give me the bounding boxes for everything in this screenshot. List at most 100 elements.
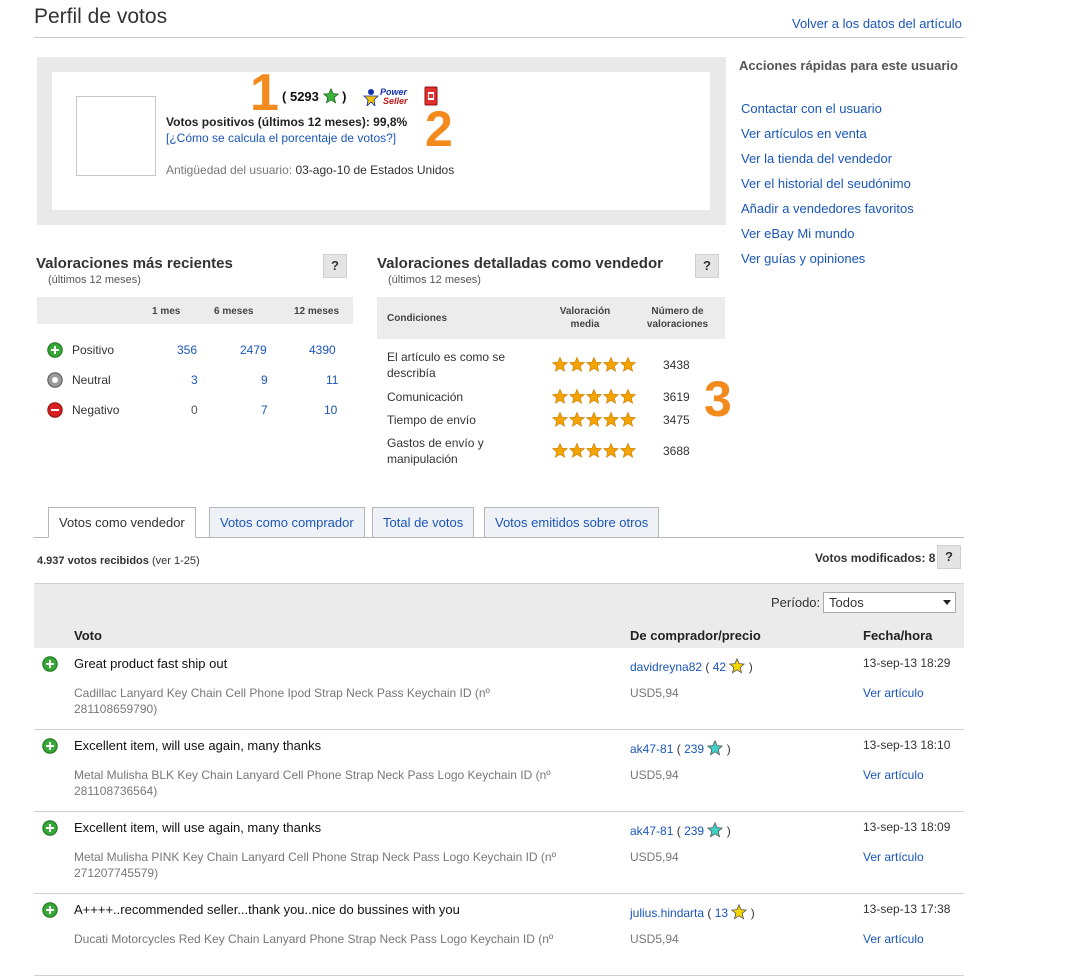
- buyer-name-link[interactable]: ak47-81: [630, 824, 673, 838]
- buyer-name-link[interactable]: ak47-81: [630, 742, 673, 756]
- buyer-score: ( 239 ): [676, 821, 731, 838]
- neutral-1-month[interactable]: 3: [191, 373, 198, 387]
- buyer-score-link[interactable]: 239: [684, 824, 704, 838]
- score-paren-close: ): [342, 89, 347, 104]
- rating-star-icon: [568, 442, 586, 458]
- quick-action-my-world[interactable]: Ver eBay Mi mundo: [741, 226, 854, 241]
- modified-votes-help-button[interactable]: ?: [937, 545, 961, 569]
- buyer-name-link[interactable]: davidreyna82: [630, 660, 702, 674]
- vote-price: USD5,94: [630, 850, 679, 864]
- rating-star-icon: [551, 356, 569, 372]
- positive-icon: [42, 738, 58, 754]
- positive-1-month[interactable]: 356: [177, 343, 197, 357]
- vote-buyer: julius.hindarta ( 13 ): [630, 903, 755, 920]
- tab-seller-votes[interactable]: Votos como vendedor: [48, 507, 196, 538]
- view-item-link[interactable]: Ver artículo: [863, 850, 924, 864]
- period-select[interactable]: Todos: [823, 592, 956, 613]
- detailed-ratings-help-button[interactable]: ?: [695, 254, 719, 278]
- positive-6-months[interactable]: 2479: [240, 343, 267, 357]
- vote-price: USD5,94: [630, 686, 679, 700]
- rating-star-icon: [602, 388, 620, 404]
- col-date-time: Fecha/hora: [863, 628, 933, 643]
- neutral-icon: [47, 372, 63, 388]
- rating-star-icon: [585, 411, 603, 427]
- tab-buyer-votes[interactable]: Votos como comprador: [209, 507, 365, 538]
- avatar: [76, 96, 156, 176]
- rating-count: 3438: [663, 358, 690, 372]
- rating-star-icon: [585, 388, 603, 404]
- vote-price: USD5,94: [630, 932, 679, 946]
- buyer-score-link[interactable]: 13: [715, 906, 728, 920]
- view-item-link[interactable]: Ver artículo: [863, 768, 924, 782]
- period-label: Período:: [771, 595, 821, 610]
- negative-6-months[interactable]: 7: [261, 403, 268, 417]
- neutral-12-months[interactable]: 11: [326, 373, 338, 387]
- detailed-rating-row: Gastos de envío y manipulación 3688: [377, 434, 725, 468]
- col-6-months: 6 meses: [214, 306, 254, 317]
- quick-actions-title: Acciones rápidas para este usuario: [739, 58, 958, 73]
- vote-comment: Great product fast ship out: [74, 656, 228, 671]
- back-to-item-link[interactable]: Volver a los datos del artículo: [792, 16, 962, 31]
- vote-date: 13-sep-13 18:09: [863, 820, 951, 834]
- feedback-score[interactable]: ( 5293 ): [282, 88, 346, 104]
- buyer-name-link[interactable]: julius.hindarta: [630, 906, 704, 920]
- tab-total-votes[interactable]: Total de votos: [372, 507, 475, 538]
- member-since: Antigüedad del usuario: 03-ago-10 de Est…: [166, 163, 454, 177]
- recent-row-neutral: Neutral 3 9 11: [37, 366, 353, 396]
- positive-icon: [42, 656, 58, 672]
- average-rating-stars: [551, 388, 637, 407]
- vote-item-title: Metal Mulisha PINK Key Chain Lanyard Cel…: [74, 849, 614, 881]
- quick-action-contact[interactable]: Contactar con el usuario: [741, 101, 882, 116]
- tab-votes-left[interactable]: Votos emitidos sobre otros: [484, 507, 660, 538]
- recent-ratings-title: Valoraciones más recientes: [36, 255, 233, 272]
- view-item-link[interactable]: Ver artículo: [863, 932, 924, 946]
- annotation-2: 2: [425, 101, 453, 157]
- vote-item-title-l1: Metal Mulisha BLK Key Chain Lanyard Cell…: [74, 768, 551, 782]
- col-rating-count-l1: Número de: [651, 306, 704, 317]
- quick-action-store[interactable]: Ver la tienda del vendedor: [741, 151, 892, 166]
- vote-row: Excellent item, will use again, many tha…: [34, 730, 964, 812]
- quick-action-add-favorite[interactable]: Añadir a vendedores favoritos: [741, 201, 914, 216]
- vote-buyer: ak47-81 ( 239 ): [630, 739, 731, 756]
- vote-item-title-l1: Cadillac Lanyard Key Chain Cell Phone Ip…: [74, 686, 490, 700]
- buyer-score-link[interactable]: 42: [713, 660, 726, 674]
- quick-action-id-history[interactable]: Ver el historial del seudónimo: [741, 176, 911, 191]
- positive-12-months[interactable]: 4390: [309, 343, 336, 357]
- rating-star-icon: [619, 442, 637, 458]
- recent-row-negative: Negativo 0 7 10: [37, 396, 353, 426]
- buyer-star-icon: [729, 657, 746, 674]
- vote-buyer: davidreyna82 ( 42 ): [630, 657, 753, 674]
- member-since-label: Antigüedad del usuario:: [166, 163, 293, 177]
- positive-icon: [42, 902, 58, 918]
- condition-name-l2: describía: [387, 366, 436, 380]
- quick-action-items-for-sale[interactable]: Ver artículos en venta: [741, 126, 867, 141]
- power-seller-text-2: Seller: [383, 96, 408, 106]
- col-rating-count-l2: valoraciones: [646, 319, 709, 330]
- buyer-score: ( 42 ): [705, 657, 753, 674]
- buyer-score-link[interactable]: 239: [684, 742, 704, 756]
- neutral-6-months[interactable]: 9: [261, 373, 268, 387]
- view-item-link[interactable]: Ver artículo: [863, 686, 924, 700]
- negative-12-months[interactable]: 10: [324, 403, 337, 417]
- col-rating-count: Número de valoraciones: [635, 305, 720, 331]
- negative-1-month: 0: [191, 403, 198, 417]
- vote-buyer: ak47-81 ( 239 ): [630, 821, 731, 838]
- quick-action-guides[interactable]: Ver guías y opiniones: [741, 251, 865, 266]
- vote-item-title-l2: 271207745579): [74, 866, 159, 880]
- votes-table-header: Voto De comprador/precio Fecha/hora: [34, 621, 964, 648]
- average-rating-stars: [551, 442, 637, 461]
- recent-ratings-help-button[interactable]: ?: [323, 254, 347, 278]
- average-rating-stars: [551, 356, 637, 375]
- power-seller-badge[interactable]: Power Seller: [362, 87, 416, 106]
- rating-count: 3619: [663, 390, 690, 404]
- page-title: Perfil de votos: [34, 5, 168, 28]
- col-vote: Voto: [74, 628, 102, 643]
- positive-label: Positivo: [72, 343, 115, 357]
- vote-item-title-l2: 281108659790): [74, 702, 158, 716]
- rating-star-icon: [568, 411, 586, 427]
- vote-date: 13-sep-13 18:29: [863, 656, 951, 670]
- condition-name-l1: Gastos de envío y: [387, 436, 484, 450]
- rating-count: 3475: [663, 413, 690, 427]
- annotation-1: 1: [250, 64, 279, 122]
- calc-percentage-link[interactable]: [¿Cómo se calcula el porcentaje de votos…: [166, 131, 396, 145]
